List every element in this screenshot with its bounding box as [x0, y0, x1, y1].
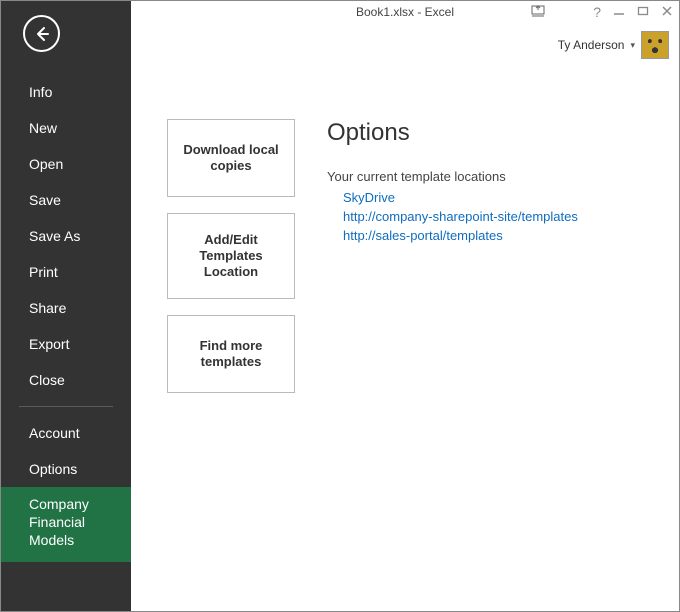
options-subhead: Your current template locations — [327, 169, 659, 184]
user-bar: Ty Anderson ▾ — [131, 31, 679, 59]
sidebar-item-save[interactable]: Save — [1, 182, 131, 218]
window-controls: ? — [593, 5, 673, 19]
backstage-window: Info New Open Save Save As Print Share E… — [0, 0, 680, 612]
back-arrow-icon — [32, 24, 52, 44]
options-column: Options Your current template locations … — [313, 119, 659, 393]
sidebar-item-info[interactable]: Info — [1, 74, 131, 110]
sidebar-item-saveas[interactable]: Save As — [1, 218, 131, 254]
action-tiles: Download local copies Add/Edit Templates… — [167, 119, 295, 393]
main-area: Book1.xlsx - Excel ? Ty Anderson ▾ — [131, 1, 679, 611]
template-location-link[interactable]: SkyDrive — [343, 190, 659, 205]
sidebar-separator — [19, 406, 113, 407]
user-name[interactable]: Ty Anderson — [558, 38, 625, 52]
minimize-button[interactable] — [613, 5, 625, 19]
window-title: Book1.xlsx - Excel — [356, 5, 454, 19]
sidebar-item-open[interactable]: Open — [1, 146, 131, 182]
sidebar-item-options[interactable]: Options — [1, 451, 131, 487]
tile-find-more-templates[interactable]: Find more templates — [167, 315, 295, 393]
content-area: Download local copies Add/Edit Templates… — [131, 59, 679, 393]
titlebar: Book1.xlsx - Excel ? — [131, 1, 679, 25]
tile-download-local-copies[interactable]: Download local copies — [167, 119, 295, 197]
sidebar-item-new[interactable]: New — [1, 110, 131, 146]
user-avatar[interactable] — [641, 31, 669, 59]
sidebar-item-share[interactable]: Share — [1, 290, 131, 326]
restore-button[interactable] — [637, 5, 649, 19]
sidebar-item-close[interactable]: Close — [1, 362, 131, 398]
sidebar-nav: Info New Open Save Save As Print Share E… — [1, 74, 131, 562]
template-location-link[interactable]: http://company-sharepoint-site/templates — [343, 209, 659, 224]
help-icon[interactable]: ? — [593, 5, 601, 19]
tile-add-edit-templates-location[interactable]: Add/Edit Templates Location — [167, 213, 295, 299]
sidebar-item-account[interactable]: Account — [1, 415, 131, 451]
template-location-link[interactable]: http://sales-portal/templates — [343, 228, 659, 243]
sidebar-item-export[interactable]: Export — [1, 326, 131, 362]
close-button[interactable] — [661, 5, 673, 19]
sidebar-item-print[interactable]: Print — [1, 254, 131, 290]
ribbon-display-icon[interactable] — [531, 5, 545, 20]
template-location-links: SkyDrive http://company-sharepoint-site/… — [327, 190, 659, 243]
back-button[interactable] — [23, 15, 60, 52]
user-menu-caret-icon[interactable]: ▾ — [630, 40, 635, 51]
sidebar: Info New Open Save Save As Print Share E… — [1, 1, 131, 611]
sidebar-item-company-financial-models[interactable]: Company Financial Models — [1, 487, 131, 562]
options-heading: Options — [327, 119, 659, 147]
